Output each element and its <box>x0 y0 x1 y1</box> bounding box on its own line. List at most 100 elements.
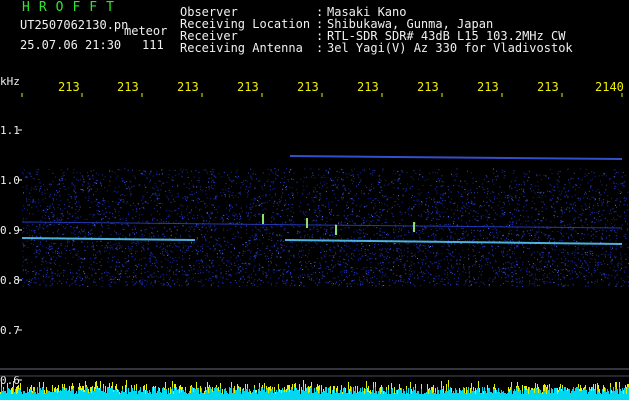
noise-pixel <box>307 204 309 206</box>
noise-pixel <box>565 284 566 286</box>
noise-pixel <box>208 271 210 273</box>
noise-pixel <box>77 216 78 218</box>
noise-pixel <box>514 266 516 268</box>
noise-pixel <box>109 181 111 183</box>
noise-pixel <box>307 234 308 236</box>
noise-pixel <box>61 176 63 178</box>
noise-pixel <box>186 200 188 201</box>
noise-pixel <box>247 215 249 217</box>
noise-pixel <box>39 270 41 272</box>
noise-pixel <box>362 255 364 257</box>
noise-pixel <box>451 173 453 175</box>
noise-pixel <box>332 283 334 285</box>
noise-pixel <box>176 260 178 262</box>
noise-pixel <box>480 215 482 217</box>
noise-pixel <box>26 198 27 200</box>
noise-pixel <box>144 170 146 172</box>
noise-pixel <box>65 226 67 228</box>
noise-pixel <box>569 278 571 280</box>
noise-pixel <box>134 233 136 235</box>
noise-pixel <box>131 229 133 231</box>
noise-pixel <box>556 258 558 260</box>
noise-pixel <box>543 277 545 279</box>
noise-pixel <box>326 221 328 223</box>
noise-pixel <box>222 276 224 278</box>
noise-pixel <box>476 188 478 189</box>
noise-pixel <box>147 243 149 245</box>
noise-pixel <box>103 213 105 215</box>
noise-pixel <box>145 221 147 223</box>
noise-pixel <box>153 235 154 237</box>
noise-pixel <box>308 242 310 244</box>
noise-pixel <box>53 199 54 201</box>
noise-pixel <box>74 233 76 235</box>
noise-pixel <box>80 189 82 191</box>
noise-pixel <box>484 284 486 286</box>
noise-pixel <box>259 179 261 181</box>
noise-pixel <box>319 187 321 189</box>
noise-pixel <box>201 261 203 263</box>
noise-pixel <box>158 193 160 195</box>
noise-pixel <box>200 272 202 274</box>
noise-pixel <box>141 172 143 174</box>
noise-pixel <box>168 198 170 200</box>
noise-pixel <box>92 225 94 227</box>
noise-pixel <box>580 238 582 240</box>
noise-pixel <box>544 267 545 268</box>
noise-pixel <box>36 235 38 237</box>
noise-pixel <box>23 261 25 263</box>
noise-pixel <box>524 174 526 176</box>
noise-pixel <box>454 273 455 275</box>
noise-pixel <box>429 261 431 263</box>
noise-pixel <box>435 203 437 205</box>
noise-pixel <box>534 203 535 205</box>
noise-pixel <box>259 213 261 215</box>
noise-pixel <box>324 206 326 208</box>
noise-pixel <box>117 203 119 205</box>
noise-pixel <box>182 266 183 268</box>
noise-pixel <box>428 272 429 274</box>
noise-pixel <box>239 266 241 268</box>
noise-pixel <box>571 253 573 255</box>
noise-pixel <box>30 243 32 245</box>
noise-pixel <box>109 276 111 278</box>
noise-pixel <box>379 211 381 213</box>
noise-pixel <box>148 276 150 278</box>
noise-pixel <box>540 220 541 222</box>
noise-pixel <box>584 173 586 175</box>
noise-pixel <box>584 221 586 223</box>
noise-pixel <box>250 175 252 177</box>
noise-pixel <box>311 279 312 281</box>
noise-pixel <box>140 241 142 243</box>
noise-pixel <box>269 200 271 201</box>
noise-pixel <box>79 273 81 275</box>
noise-pixel <box>319 182 321 184</box>
noise-pixel <box>81 189 83 191</box>
noise-pixel <box>81 184 83 186</box>
noise-pixel <box>135 211 137 213</box>
noise-pixel <box>419 249 421 251</box>
noise-pixel <box>316 219 317 221</box>
noise-pixel <box>625 258 627 260</box>
noise-pixel <box>609 282 611 284</box>
noise-pixel <box>323 254 325 256</box>
noise-pixel <box>71 278 73 280</box>
noise-pixel <box>546 267 548 268</box>
noise-pixel <box>614 231 616 233</box>
noise-pixel <box>392 257 394 259</box>
noise-pixel <box>453 278 455 280</box>
noise-pixel <box>93 246 95 248</box>
noise-pixel <box>133 242 135 244</box>
noise-pixel <box>549 235 551 237</box>
noise-pixel <box>290 285 292 287</box>
noise-pixel <box>624 175 626 177</box>
noise-pixel <box>350 285 352 287</box>
noise-pixel <box>444 224 446 226</box>
noise-pixel <box>515 194 517 196</box>
noise-pixel <box>386 232 388 234</box>
noise-pixel <box>400 275 402 276</box>
noise-pixel <box>592 237 594 239</box>
noise-pixel <box>276 270 278 272</box>
noise-pixel <box>255 205 257 207</box>
noise-pixel <box>615 248 617 250</box>
